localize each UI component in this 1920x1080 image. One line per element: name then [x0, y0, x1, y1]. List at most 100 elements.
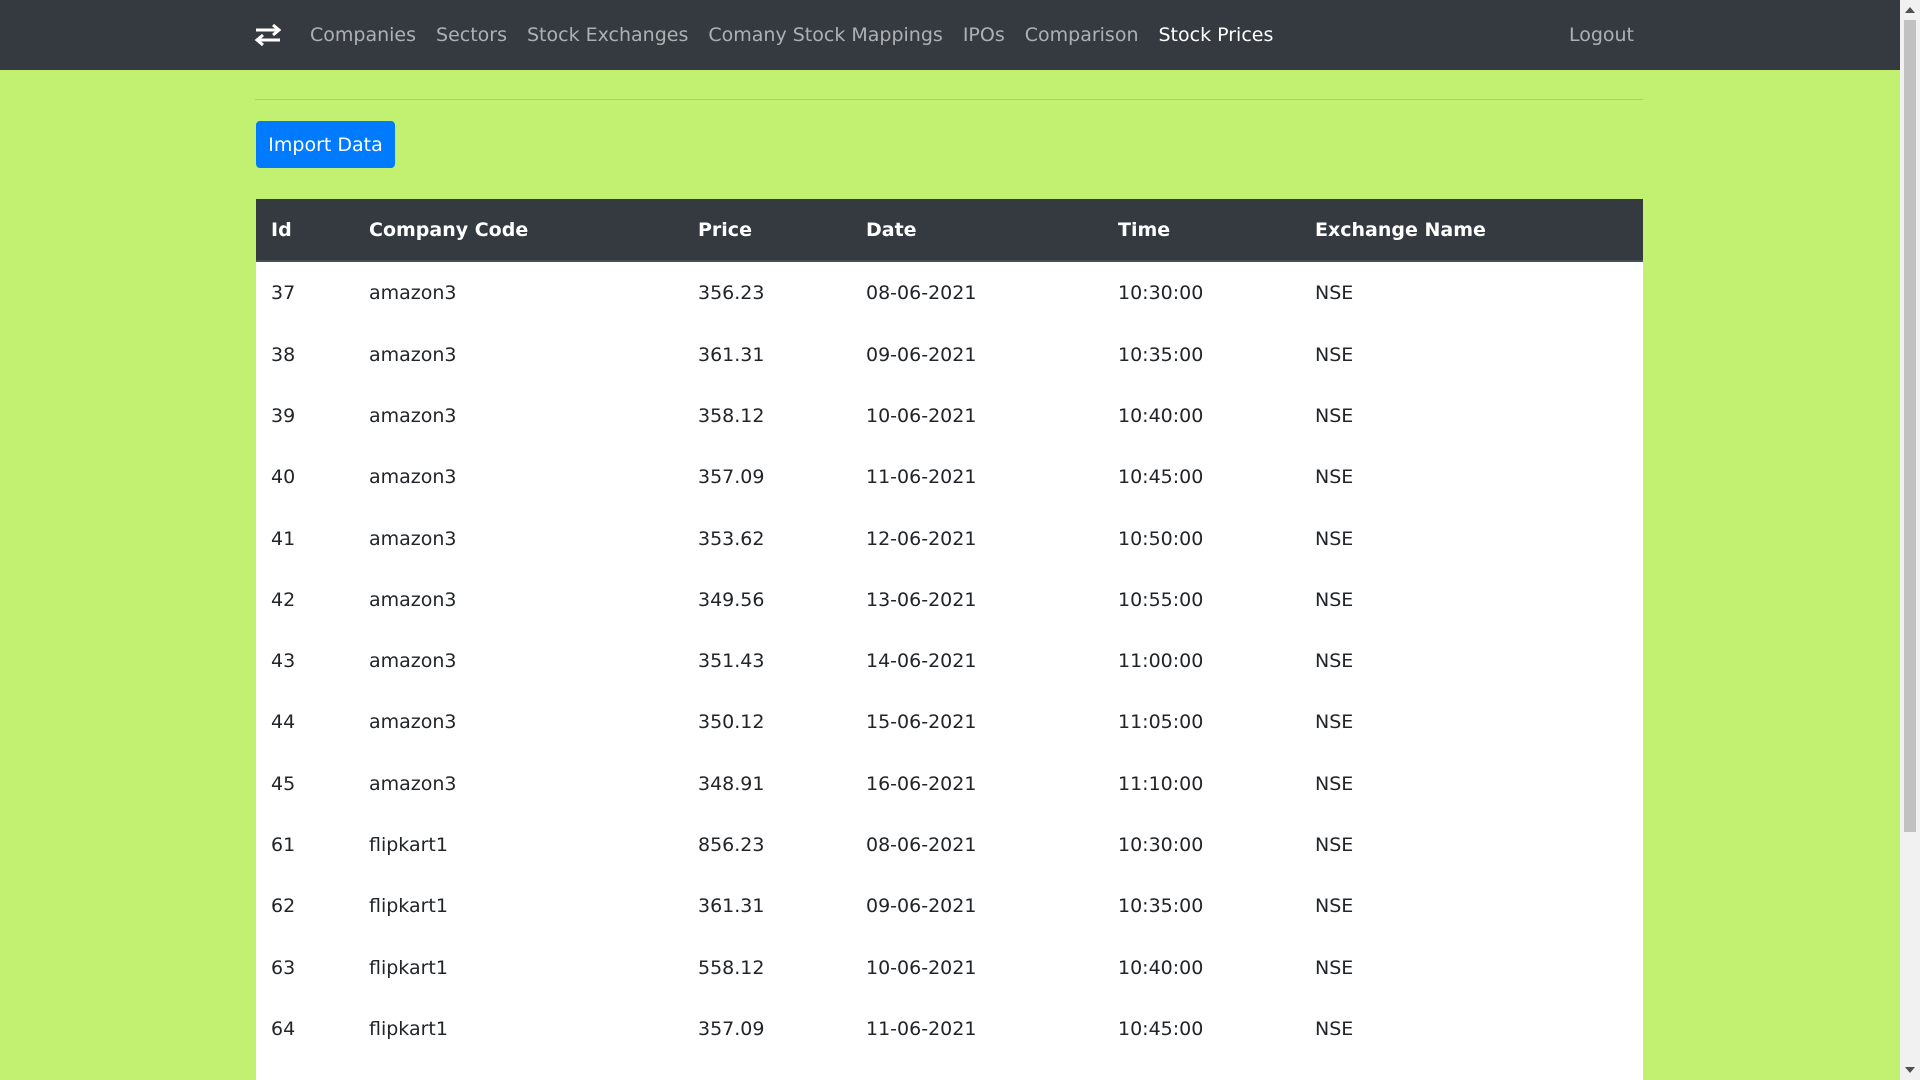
nav-link-ipos[interactable]: IPOs — [963, 24, 1005, 46]
cell-exchange-name: NSE — [1315, 772, 1354, 795]
cell-date: 08-06-2021 — [866, 834, 977, 857]
cell-time: 10:50:00 — [1118, 527, 1204, 550]
cell-exchange-name: NSE — [1315, 466, 1354, 489]
cell-date: 16-06-2021 — [866, 772, 977, 795]
table-header: Id Company Code Price Date Time Exchange… — [256, 199, 1643, 262]
cell-time: 10:40:00 — [1118, 956, 1204, 979]
table-row: 63 flipkart1 558.12 10-06-2021 10:40:00 NSE — [256, 937, 1643, 998]
cell-company-code: amazon3 — [369, 404, 457, 427]
cell-exchange-name: NSE — [1315, 282, 1354, 304]
cell-time: 10:35:00 — [1118, 895, 1204, 918]
cell-price: 353.62 — [698, 527, 765, 550]
cell-exchange-name: NSE — [1315, 650, 1354, 673]
cell-id: 41 — [271, 527, 296, 550]
column-header-id: Id — [256, 199, 354, 262]
cell-company-code: flipkart1 — [369, 834, 448, 857]
cell-price: 356.23 — [698, 282, 765, 304]
cell-price: 351.43 — [698, 650, 765, 673]
cell-price: 349.56 — [698, 588, 765, 611]
cell-company-code: amazon3 — [369, 282, 457, 304]
stock-prices-table: Id Company Code Price Date Time Exchange… — [256, 199, 1643, 1060]
cell-time: 11:00:00 — [1118, 650, 1204, 673]
arrows-exchange-icon[interactable] — [254, 23, 282, 47]
table-row: 41 amazon3 353.62 12-06-2021 10:50:00 NSE — [256, 508, 1643, 569]
cell-price: 348.91 — [698, 772, 765, 795]
table-row: 45 amazon3 348.91 16-06-2021 11:10:00 NSE — [256, 753, 1643, 814]
cell-id: 40 — [271, 466, 296, 489]
cell-time: 10:45:00 — [1118, 466, 1204, 489]
cell-time: 10:30:00 — [1118, 282, 1204, 304]
cell-exchange-name: NSE — [1315, 343, 1354, 366]
cell-id: 38 — [271, 343, 296, 366]
table-row: 44 amazon3 350.12 15-06-2021 11:05:00 NSE — [256, 692, 1643, 753]
scrollbar-thumb[interactable] — [1904, 20, 1916, 832]
cell-id: 63 — [271, 956, 296, 979]
cell-exchange-name: NSE — [1315, 956, 1354, 979]
cell-time: 11:05:00 — [1118, 711, 1204, 734]
logout-link[interactable]: Logout — [1569, 0, 1634, 70]
table-header-row: Id Company Code Price Date Time Exchange… — [256, 199, 1643, 262]
stock-prices-table-container: Id Company Code Price Date Time Exchange… — [256, 199, 1643, 1080]
nav-link-company-stock-mappings[interactable]: Comany Stock Mappings — [708, 24, 942, 46]
table-row: 64 flipkart1 357.09 11-06-2021 10:45:00 NSE — [256, 998, 1643, 1059]
cell-exchange-name: NSE — [1315, 404, 1354, 427]
cell-date: 10-06-2021 — [866, 404, 977, 427]
cell-id: 61 — [271, 834, 296, 857]
cell-date: 15-06-2021 — [866, 711, 977, 734]
import-data-button[interactable]: Import Data — [256, 121, 395, 168]
cell-price: 357.09 — [698, 466, 765, 489]
table-body: 37 amazon3 356.23 08-06-2021 10:30:00 NSE 38 am… — [256, 261, 1643, 1060]
cell-price: 856.23 — [698, 834, 765, 857]
table-row: 40 amazon3 357.09 11-06-2021 10:45:00 NSE — [256, 447, 1643, 508]
table-row: 37 amazon3 356.23 08-06-2021 10:30:00 NSE — [256, 261, 1643, 324]
column-header-price: Price — [683, 199, 851, 262]
cell-id: 44 — [271, 711, 296, 734]
cell-exchange-name: NSE — [1315, 711, 1354, 734]
cell-id: 64 — [271, 1017, 296, 1040]
cell-price: 558.12 — [698, 956, 765, 979]
cell-exchange-name: NSE — [1315, 895, 1354, 918]
cell-company-code: flipkart1 — [369, 956, 448, 979]
cell-company-code: amazon3 — [369, 772, 457, 795]
content-divider — [255, 99, 1643, 100]
cell-price: 361.31 — [698, 895, 765, 918]
cell-date: 13-06-2021 — [866, 588, 977, 611]
cell-company-code: amazon3 — [369, 711, 457, 734]
cell-time: 10:40:00 — [1118, 404, 1204, 427]
cell-price: 350.12 — [698, 711, 765, 734]
nav-link-stock-exchanges[interactable]: Stock Exchanges — [527, 24, 688, 46]
scroll-up-arrow-icon[interactable] — [1905, 7, 1915, 13]
cell-company-code: amazon3 — [369, 466, 457, 489]
top-navbar: Companies Sectors Stock Exchanges Comany… — [0, 0, 1900, 70]
nav-links: Companies Sectors Stock Exchanges Comany… — [310, 0, 1293, 70]
column-header-company-code: Company Code — [354, 199, 683, 262]
cell-exchange-name: NSE — [1315, 588, 1354, 611]
cell-date: 14-06-2021 — [866, 650, 977, 673]
cell-time: 10:35:00 — [1118, 343, 1204, 366]
column-header-date: Date — [851, 199, 1103, 262]
cell-date: 10-06-2021 — [866, 956, 977, 979]
cell-date: 11-06-2021 — [866, 466, 977, 489]
cell-id: 42 — [271, 588, 296, 611]
cell-exchange-name: NSE — [1315, 834, 1354, 857]
scroll-down-arrow-icon[interactable] — [1905, 1067, 1915, 1073]
cell-company-code: flipkart1 — [369, 895, 448, 918]
cell-id: 43 — [271, 650, 296, 673]
table-row: 39 amazon3 358.12 10-06-2021 10:40:00 NSE — [256, 385, 1643, 446]
table-row: 42 amazon3 349.56 13-06-2021 10:55:00 NSE — [256, 569, 1643, 630]
table-row: 62 flipkart1 361.31 09-06-2021 10:35:00 NSE — [256, 876, 1643, 937]
nav-link-comparison[interactable]: Comparison — [1025, 24, 1139, 46]
vertical-scrollbar[interactable] — [1900, 0, 1920, 1080]
cell-company-code: amazon3 — [369, 650, 457, 673]
cell-company-code: amazon3 — [369, 343, 457, 366]
table-row: 61 flipkart1 856.23 08-06-2021 10:30:00 NSE — [256, 814, 1643, 875]
nav-link-companies[interactable]: Companies — [310, 24, 416, 46]
cell-price: 361.31 — [698, 343, 765, 366]
cell-company-code: amazon3 — [369, 588, 457, 611]
cell-company-code: flipkart1 — [369, 1017, 448, 1040]
cell-exchange-name: NSE — [1315, 527, 1354, 550]
cell-id: 39 — [271, 404, 296, 427]
nav-link-sectors[interactable]: Sectors — [436, 24, 507, 46]
cell-company-code: amazon3 — [369, 527, 457, 550]
nav-link-stock-prices[interactable]: Stock Prices — [1159, 24, 1274, 46]
